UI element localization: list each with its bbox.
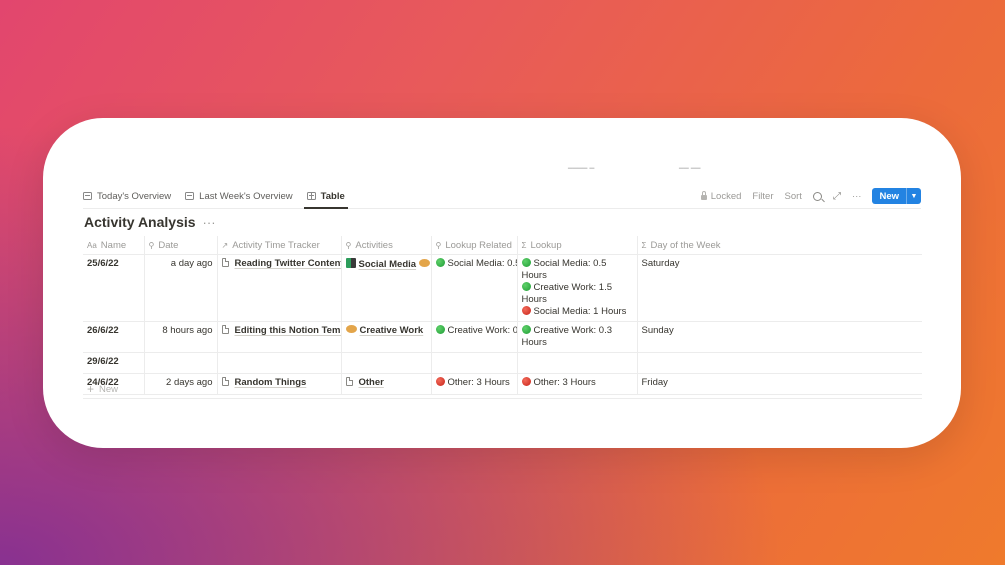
plus-icon: + — [87, 382, 95, 396]
cell-activities[interactable]: Social Media — [340, 254, 431, 322]
cell-activities[interactable] — [340, 352, 431, 374]
cell-name[interactable]: 29/6/22 — [83, 352, 144, 374]
column-header-lookup-related[interactable]: ⚲ Lookup Related — [430, 236, 517, 255]
title-more-button[interactable]: ··· — [203, 215, 216, 230]
lookup-item: Social Media: 0.5 Hours — [521, 258, 607, 281]
activity-table: Aa Name ⚲ Date ↗ Activity Time Tracker ⚲ Act… — [83, 236, 922, 395]
cell-date[interactable] — [143, 352, 217, 374]
chevron-down-icon[interactable]: ▼ — [906, 188, 921, 204]
board-view-icon — [185, 192, 195, 200]
search-icon: ⚲ — [345, 240, 352, 250]
text-icon: Aa — [87, 240, 97, 250]
search-icon — [812, 191, 822, 201]
search-button[interactable] — [812, 191, 822, 201]
red-circle-icon — [521, 306, 531, 315]
cell-date[interactable]: a day ago — [143, 254, 217, 322]
sort-button[interactable]: Sort — [785, 191, 802, 202]
tab-table[interactable]: Table — [303, 184, 348, 209]
filter-label: Filter — [752, 190, 774, 202]
tab-last-weeks-overview[interactable]: Last Week's Overview — [185, 184, 293, 208]
green-circle-icon — [521, 325, 531, 334]
locked-label: Locked — [710, 190, 742, 202]
column-header-activities[interactable]: ⚲ Activities — [340, 236, 431, 255]
tab-label: Today's Overview — [97, 190, 172, 202]
palette-emoji-icon — [345, 325, 357, 333]
table-row[interactable]: 29/6/22 — [83, 352, 922, 374]
board-view-icon — [83, 192, 92, 200]
cell-name[interactable]: 26/6/22 — [83, 321, 144, 353]
relation-link[interactable]: Reading Twitter Content & Rea — [235, 258, 342, 269]
notion-window: ━━━━ ━ ━━ ━━ Today's Overview Last Week'… — [43, 118, 961, 448]
new-button[interactable]: New — [872, 188, 906, 204]
cell-tracker[interactable]: Reading Twitter Content & Rea — [216, 254, 342, 322]
cell-activities[interactable]: Creative Work — [340, 321, 431, 353]
add-row-button[interactable]: + New — [83, 380, 922, 399]
page-icon — [221, 258, 229, 267]
search-icon: ⚲ — [148, 240, 155, 250]
cell-date[interactable]: 8 hours ago — [143, 321, 217, 353]
scrolled-content-fragment: ━━━━ ━ — [568, 164, 595, 173]
search-icon: ⚲ — [435, 240, 442, 250]
column-header-date[interactable]: ⚲ Date — [143, 236, 217, 255]
arrow-up-right-icon: ↗ — [221, 240, 229, 250]
cell-day-of-week[interactable]: Sunday — [636, 321, 922, 353]
view-tabs-bar: Today's Overview Last Week's Overview Ta… — [83, 184, 921, 209]
cell-lookup[interactable]: Social Media: 0.5 Hours Creative Work: 1… — [516, 254, 637, 322]
cell-lookup-related[interactable]: Creative Work: 0.3 Hours — [430, 321, 517, 353]
new-button-group: New ▼ — [872, 188, 921, 204]
cell-tracker[interactable]: Editing this Notion Template — [216, 321, 342, 353]
sigma-icon: Σ — [641, 240, 647, 250]
green-circle-icon — [435, 325, 445, 334]
relation-link[interactable]: Creative Work — [360, 325, 424, 336]
relation-link[interactable]: Editing this Notion Template — [235, 325, 342, 336]
page-icon — [221, 325, 229, 334]
green-circle-icon — [521, 258, 531, 267]
cell-lookup[interactable]: Creative Work: 0.3 Hours — [516, 321, 637, 353]
column-header-lookup[interactable]: Σ Lookup — [516, 236, 637, 255]
tab-label: Last Week's Overview — [199, 190, 293, 202]
cell-name[interactable]: 25/6/22 — [83, 254, 144, 322]
filter-button[interactable]: Filter — [752, 191, 773, 202]
sigma-icon: Σ — [521, 240, 527, 250]
lookup-item: Creative Work: 1.5 Hours — [521, 282, 612, 305]
column-header-activity-time-tracker[interactable]: ↗ Activity Time Tracker — [216, 236, 341, 255]
tab-todays-overview[interactable]: Today's Overview — [83, 184, 171, 208]
lock-icon — [700, 191, 707, 200]
scrolled-content-fragment: ━━ ━━ — [679, 164, 701, 173]
more-options-button[interactable]: ··· — [852, 191, 862, 202]
cell-tracker[interactable] — [216, 352, 341, 374]
cell-day-of-week[interactable] — [636, 352, 922, 374]
green-circle-icon — [521, 282, 531, 291]
more-icon: ··· — [851, 190, 862, 202]
table-header-row: Aa Name ⚲ Date ↗ Activity Time Tracker ⚲ Act… — [83, 236, 922, 255]
cell-lookup-related[interactable] — [430, 352, 517, 374]
page-title: Activity Analysis — [84, 214, 196, 230]
cell-lookup-related[interactable]: Social Media: 0.5 Hours — [430, 254, 517, 322]
expand-icon: ⤢ — [832, 190, 841, 202]
column-header-day-of-week[interactable]: Σ Day of the Week — [636, 236, 922, 255]
table-row[interactable]: 25/6/22 a day ago Reading Twitter Conten… — [83, 254, 922, 322]
lookup-item: Creative Work: 0.3 Hours — [521, 325, 612, 348]
green-circle-icon — [435, 258, 445, 267]
expand-button[interactable]: ⤢ — [833, 191, 841, 202]
table-row[interactable]: 26/6/22 8 hours ago Editing this Notion … — [83, 321, 922, 353]
add-row-label: New — [99, 383, 119, 395]
relation-link[interactable]: Social Media — [359, 259, 417, 270]
table-view-icon — [306, 192, 316, 200]
cell-day-of-week[interactable]: Saturday — [636, 254, 922, 322]
locked-indicator[interactable]: Locked — [700, 190, 742, 202]
tab-label: Table — [320, 190, 345, 202]
view-toolbar: Locked Filter Sort ⤢ ··· New ▼ — [700, 188, 921, 204]
door-emoji-icon — [345, 258, 356, 268]
column-header-name[interactable]: Aa Name — [83, 236, 144, 255]
lookup-item: Social Media: 1 Hours — [521, 306, 633, 318]
database-title: Activity Analysis ··· — [84, 214, 216, 230]
cell-lookup[interactable] — [516, 352, 637, 374]
palette-emoji-icon — [418, 259, 430, 267]
sort-label: Sort — [784, 190, 802, 202]
